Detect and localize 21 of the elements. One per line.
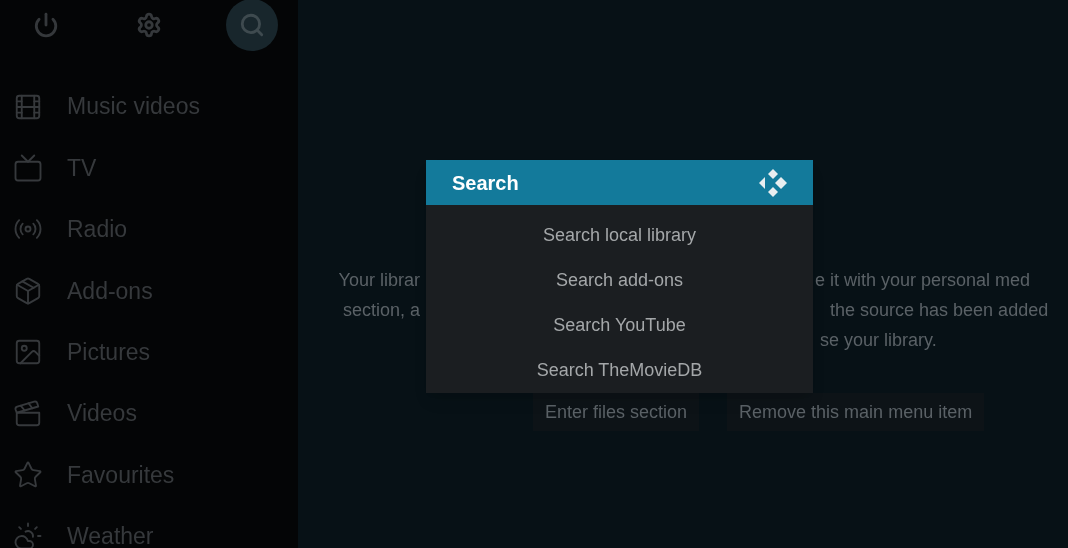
power-icon [33, 12, 59, 38]
action-button[interactable]: Remove this main menu item [727, 393, 985, 431]
menu-option[interactable]: Search YouTube [426, 303, 813, 348]
action-button[interactable]: Enter files section [533, 393, 700, 431]
message-text: Your librar [338, 268, 420, 292]
menu-option[interactable]: Search add-ons [426, 258, 813, 303]
settings-icon [136, 12, 162, 38]
search-icon [239, 12, 265, 38]
message-text: se your library. [820, 328, 937, 352]
search-button[interactable] [226, 0, 278, 51]
dialog-title: Search [452, 170, 519, 196]
clapperboard-icon [13, 398, 43, 429]
message-text: e it with your personal med [815, 268, 1031, 292]
tv-icon [13, 153, 43, 184]
menu-option[interactable]: Search local library [426, 213, 813, 258]
menu-option[interactable]: Search TheMovieDB [426, 348, 813, 393]
message-text: the source has been added [830, 298, 1049, 322]
logo-icon [757, 166, 789, 199]
cloud-icon [13, 521, 43, 548]
message-text: section, a [342, 298, 420, 322]
box-icon [13, 275, 43, 306]
